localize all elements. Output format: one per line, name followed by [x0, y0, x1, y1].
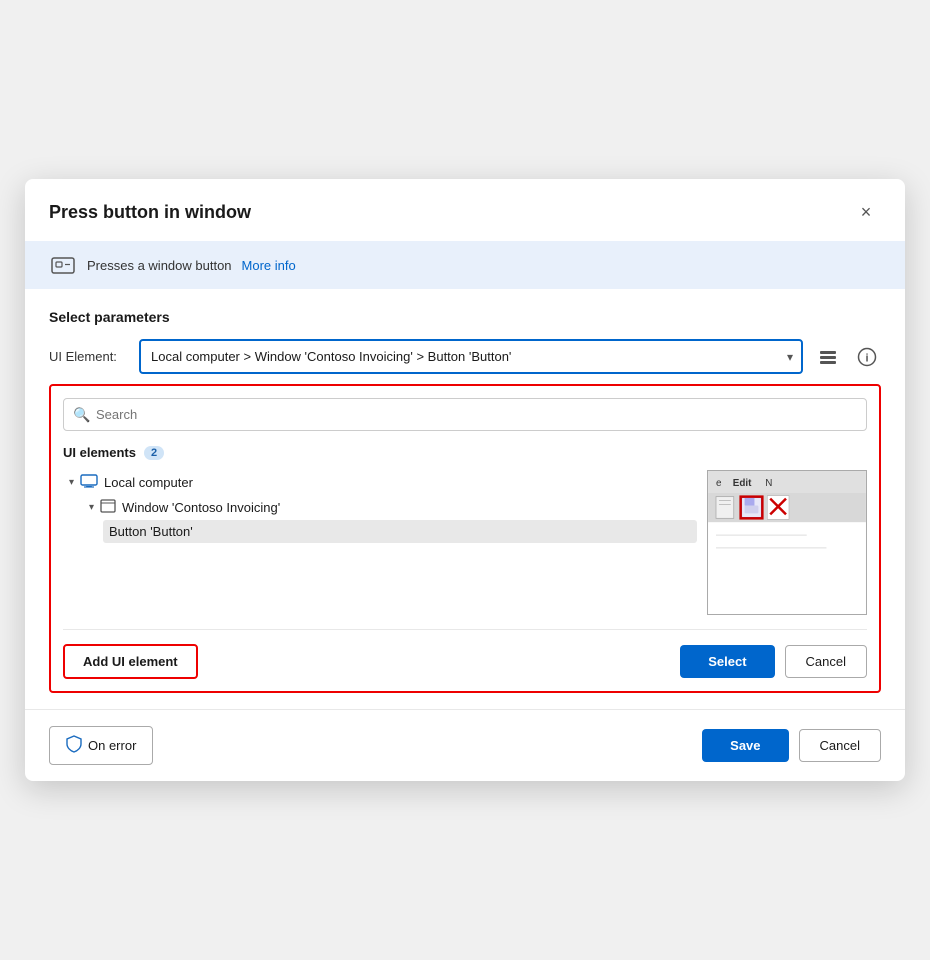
chevron-down-icon: ▾: [89, 502, 94, 513]
dialog-footer: On error Save Cancel: [25, 709, 905, 781]
add-ui-element-button[interactable]: Add UI element: [63, 644, 198, 679]
dropdown-footer-right: Select Cancel: [680, 645, 867, 678]
svg-text:i: i: [865, 352, 868, 364]
cancel-inner-button[interactable]: Cancel: [785, 645, 867, 678]
info-text: Presses a window button: [87, 258, 232, 273]
on-error-button[interactable]: On error: [49, 726, 153, 765]
dialog: Press button in window × Presses a windo…: [25, 179, 905, 781]
preview-box: e Edit N: [707, 470, 867, 615]
info-circle-icon: [49, 251, 77, 279]
save-button[interactable]: Save: [702, 729, 788, 762]
close-button[interactable]: ×: [851, 197, 881, 227]
tree-area: ▾ Local computer ▾: [63, 470, 867, 615]
dropdown-footer: Add UI element Select Cancel: [63, 629, 867, 679]
info-banner: Presses a window button More info: [25, 241, 905, 289]
button-label: Button 'Button': [109, 524, 193, 539]
ui-elements-badge: 2: [144, 446, 164, 460]
tree-list: ▾ Local computer ▾: [63, 470, 697, 615]
chevron-down-icon: ▾: [69, 477, 74, 488]
on-error-label: On error: [88, 738, 136, 753]
footer-buttons: Save Cancel: [702, 729, 881, 762]
info-button[interactable]: i: [853, 343, 881, 371]
window-icon: [100, 499, 116, 516]
ui-element-select-wrap: Local computer > Window 'Contoso Invoici…: [139, 339, 803, 374]
dialog-title: Press button in window: [49, 202, 251, 223]
more-info-link[interactable]: More info: [242, 258, 296, 273]
search-input[interactable]: [63, 398, 867, 431]
svg-text:N: N: [765, 478, 772, 489]
dialog-header: Press button in window ×: [25, 179, 905, 241]
svg-text:e: e: [716, 478, 722, 489]
ui-element-select[interactable]: Local computer > Window 'Contoso Invoici…: [139, 339, 803, 374]
window-label: Window 'Contoso Invoicing': [122, 500, 280, 515]
params-title: Select parameters: [49, 309, 881, 325]
ui-element-field-row: UI Element: Local computer > Window 'Con…: [49, 339, 881, 374]
params-section: Select parameters UI Element: Local comp…: [25, 289, 905, 374]
ui-elements-label: UI elements: [63, 445, 136, 460]
ui-elements-header: UI elements 2: [63, 445, 867, 460]
local-computer-label: Local computer: [104, 475, 193, 490]
select-button[interactable]: Select: [680, 645, 774, 678]
ui-element-label: UI Element:: [49, 349, 129, 364]
search-box-wrap: 🔍: [63, 398, 867, 431]
layers-button[interactable]: [813, 342, 843, 372]
shield-icon: [66, 735, 82, 756]
computer-icon: [80, 474, 98, 491]
tree-item-button[interactable]: Button 'Button': [103, 520, 697, 543]
tree-item-window[interactable]: ▾ Window 'Contoso Invoicing': [83, 495, 697, 520]
svg-text:Edit: Edit: [733, 478, 752, 489]
cancel-outer-button[interactable]: Cancel: [799, 729, 881, 762]
tree-item-local-computer[interactable]: ▾ Local computer: [63, 470, 697, 495]
dropdown-panel: 🔍 UI elements 2 ▾: [49, 384, 881, 693]
